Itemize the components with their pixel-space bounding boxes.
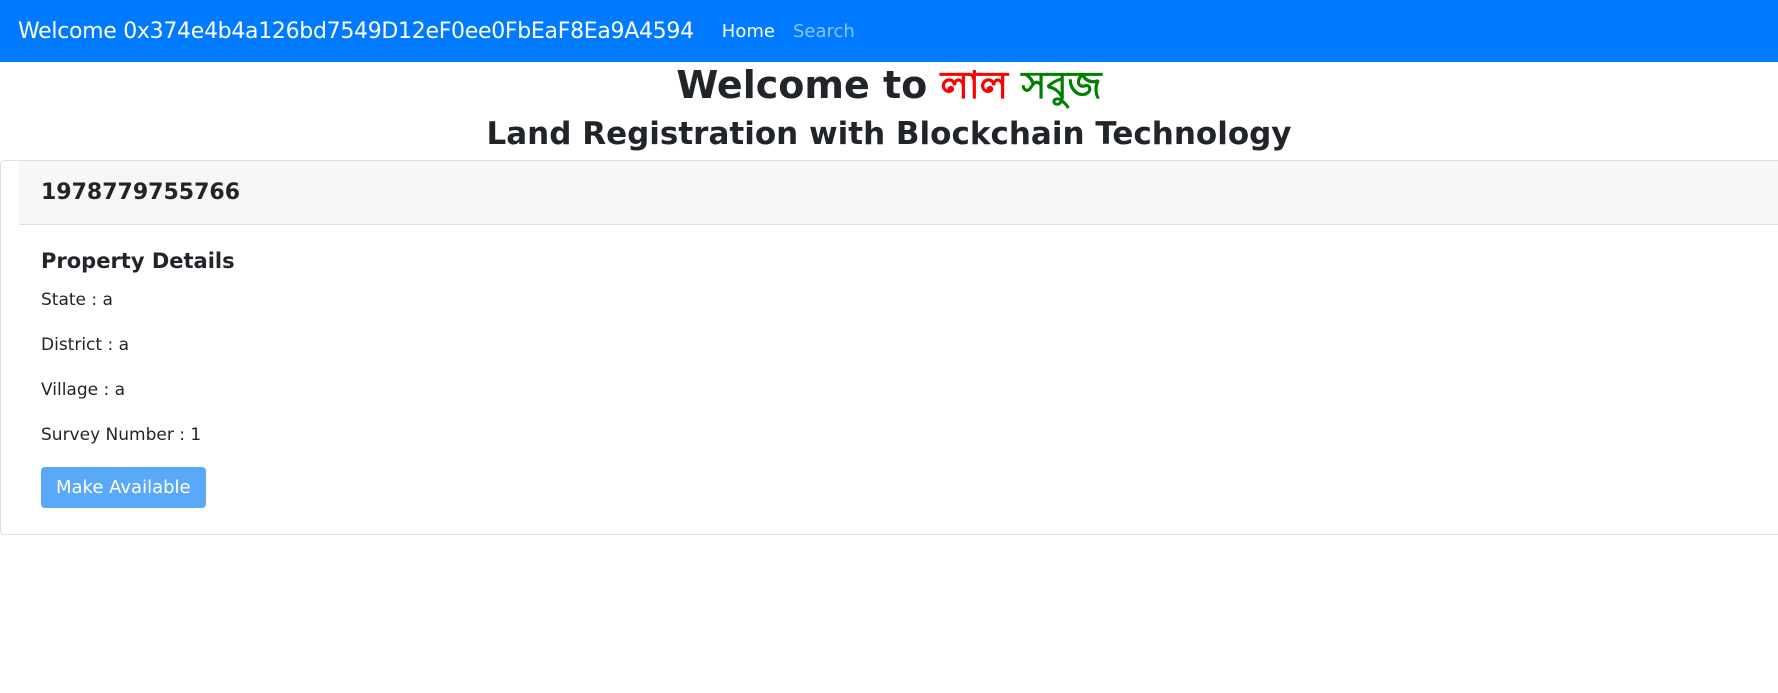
page-title: Welcome to লাল সবুজ bbox=[0, 64, 1778, 106]
title-green-word: সবুজ bbox=[1021, 63, 1102, 107]
property-details-title: Property Details bbox=[41, 249, 235, 273]
detail-district: District : a bbox=[41, 335, 130, 355]
make-available-button[interactable]: Make Available bbox=[41, 467, 206, 508]
detail-state: State : a bbox=[41, 290, 113, 310]
property-card: 1978779755766 Property Details State : a… bbox=[0, 160, 1778, 535]
page-subtitle: Land Registration with Blockchain Techno… bbox=[486, 116, 1292, 152]
nav-links: Home Search bbox=[722, 21, 855, 42]
nav-link-home[interactable]: Home bbox=[722, 21, 775, 42]
detail-village: Village : a bbox=[41, 380, 126, 400]
title-prefix: Welcome to bbox=[676, 63, 928, 107]
navbar-brand[interactable]: Welcome 0x374e4b4a126bd7549D12eF0ee0FbEa… bbox=[18, 19, 694, 44]
title-red-word: লাল bbox=[940, 63, 1009, 107]
top-navbar: Welcome 0x374e4b4a126bd7549D12eF0ee0FbEa… bbox=[0, 0, 1778, 62]
detail-survey-number: Survey Number : 1 bbox=[41, 425, 202, 445]
property-id-header: 1978779755766 bbox=[19, 161, 1778, 225]
nav-link-search[interactable]: Search bbox=[793, 21, 855, 42]
property-card-body: Property Details State : a District : a … bbox=[41, 249, 235, 508]
